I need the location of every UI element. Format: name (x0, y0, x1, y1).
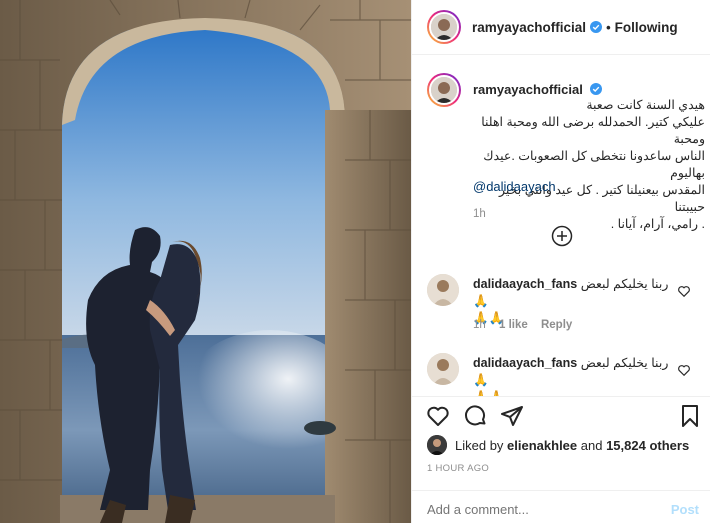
comment-reply-button[interactable]: Reply (541, 319, 572, 331)
post-comment-button[interactable]: Post (671, 502, 699, 517)
couple-under-stone-arch-image (0, 0, 411, 523)
verified-badge-icon (590, 21, 603, 33)
caption-avatar-image (431, 77, 457, 103)
post-timestamp[interactable]: 1 HOUR AGO (427, 463, 489, 474)
post-action-bar (412, 396, 710, 428)
likes-middle: and (577, 437, 607, 453)
comments-area[interactable]: ramyayachofficial هيدي السنة كانت صعبة ع… (412, 56, 710, 396)
post-sidebar: ramyayachofficial • Following ramyayacho… (411, 0, 710, 523)
commenter-avatar-image (427, 353, 459, 385)
comment-like-heart-icon[interactable] (677, 363, 691, 377)
commenter-avatar[interactable] (427, 353, 459, 385)
caption-line: الناس ساعدونا نتخطى كل الصعوبات .عيدك به… (483, 149, 705, 180)
post-header: ramyayachofficial • Following (412, 0, 710, 55)
comment-like-heart-icon[interactable] (677, 284, 691, 298)
heart-icon[interactable] (426, 404, 450, 428)
likes-count-link[interactable]: 15,824 others (606, 438, 689, 453)
author-avatar-image (431, 14, 457, 40)
caption-timestamp[interactable]: 1h (473, 208, 486, 220)
comment-text: dalidaayach_fans ربنا يخليكم لبعض 🙏 🙏🙏 (473, 355, 678, 396)
caption-username[interactable]: ramyayachofficial (473, 82, 603, 97)
comment-icon[interactable] (464, 404, 488, 428)
likes-text: Liked by elienakhlee and 15,824 others (455, 438, 689, 453)
caption-line: عليكي كتير. الحمدلله برضى الله ومحبة اهل… (481, 115, 705, 146)
post-photo[interactable] (0, 0, 411, 523)
caption-line: هيدي السنة كانت صعبة (586, 98, 705, 112)
following-button[interactable]: Following (615, 20, 678, 35)
caption-avatar[interactable] (429, 75, 459, 105)
share-icon[interactable] (500, 404, 524, 428)
caption-text: هيدي السنة كانت صعبة عليكي كتير. الحمدلل… (473, 97, 705, 233)
comment-like-count[interactable]: 1 like (499, 319, 528, 331)
commenter-avatar[interactable] (427, 274, 459, 306)
verified-badge-icon (590, 83, 603, 95)
author-avatar[interactable] (429, 12, 459, 42)
bookmark-icon[interactable] (678, 404, 702, 428)
add-comment-input[interactable] (427, 502, 647, 517)
plus-circle-icon[interactable] (551, 225, 573, 247)
commenter-username[interactable]: dalidaayach_fans (473, 277, 577, 291)
author-avatar-story-ring[interactable] (427, 10, 461, 44)
comment-meta: 1h 1 like Reply (473, 319, 582, 331)
likes-summary: Liked by elienakhlee and 15,824 others (427, 434, 702, 456)
caption-mention-link[interactable]: @dalidaayach (473, 179, 556, 194)
caption-avatar-ring[interactable] (427, 73, 461, 107)
separator-dot: • (606, 19, 611, 35)
likes-prefix: Liked by (455, 437, 508, 453)
liker-avatar-image (427, 435, 447, 455)
add-comment-bar: Post (412, 490, 710, 523)
commenter-avatar-image (427, 274, 459, 306)
author-username[interactable]: ramyayachofficial (472, 20, 586, 35)
liker-avatar[interactable] (427, 435, 447, 455)
caption-line: . رامي، آرام، آيانا . (610, 217, 705, 231)
comment-time[interactable]: 1h (473, 319, 486, 331)
liker-username[interactable]: elienakhlee (507, 438, 577, 453)
commenter-username[interactable]: dalidaayach_fans (473, 356, 577, 370)
